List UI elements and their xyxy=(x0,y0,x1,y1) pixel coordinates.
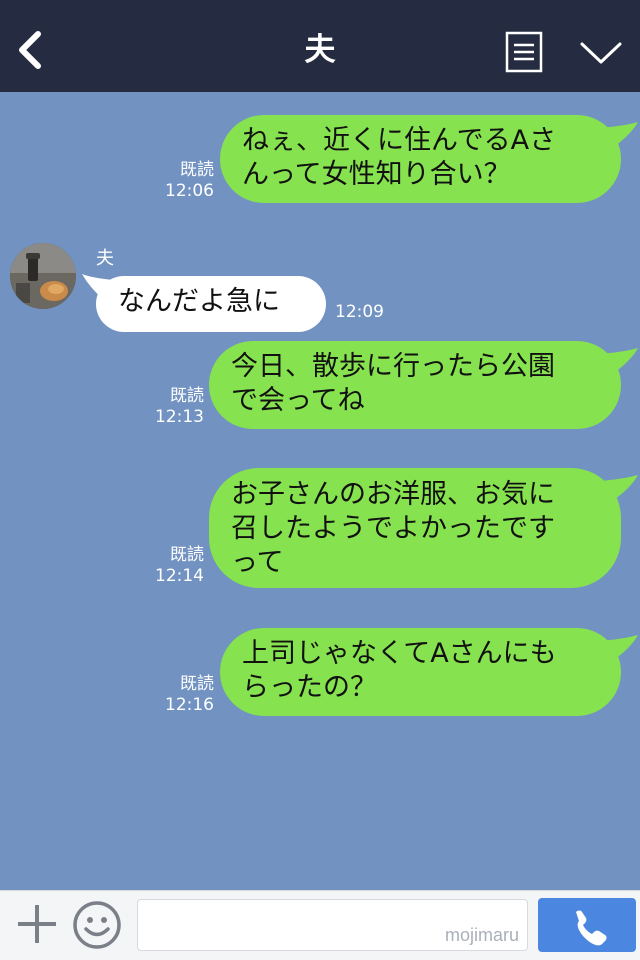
read-status: 既読 xyxy=(170,545,204,565)
message-meta: 既読 12:06 xyxy=(150,160,214,202)
outgoing-message-bubble[interactable]: 今日、散歩に行ったら公園 で会ってね xyxy=(209,341,621,429)
message-meta: 既読 12:13 xyxy=(140,386,204,428)
chevron-left-icon xyxy=(19,31,41,69)
message-input-bar: mojimaru xyxy=(0,890,640,960)
chevron-down-icon xyxy=(580,42,622,64)
message-time: 12:09 xyxy=(335,302,384,322)
avatar[interactable] xyxy=(10,243,76,309)
read-status: 既読 xyxy=(180,160,214,180)
read-status: 既読 xyxy=(180,674,214,694)
bubble-tail xyxy=(600,475,638,501)
chat-header: 夫 xyxy=(0,0,640,92)
collapse-button[interactable] xyxy=(578,38,624,68)
bubble-tail xyxy=(600,122,638,148)
message-line: 上司じゃなくてAさんにも xyxy=(242,638,557,669)
outgoing-message-bubble[interactable]: 上司じゃなくてAさんにも らったの？ xyxy=(220,628,621,716)
message-time: 12:14 xyxy=(155,566,204,586)
bubble-tail xyxy=(600,348,638,374)
read-status: 既読 xyxy=(170,386,204,406)
bubble-tail xyxy=(600,635,638,661)
message-line: 今日、散歩に行ったら公園 xyxy=(231,351,555,382)
message-line: らったの？ xyxy=(242,672,377,703)
menu-button[interactable] xyxy=(505,31,543,73)
message-line: 召したようでよかったです xyxy=(231,513,555,544)
chat-area[interactable]: 既読 12:06 ねぇ、近くに住んでるAさ んって女性知り合い？ 夫 なんだよ急… xyxy=(0,92,640,890)
menu-list-icon xyxy=(505,31,543,73)
avatar-image xyxy=(10,243,76,309)
outgoing-message-bubble[interactable]: ねぇ、近くに住んでるAさ んって女性知り合い？ xyxy=(220,115,621,203)
smiley-icon xyxy=(73,901,121,949)
outgoing-message-bubble[interactable]: お子さんのお洋服、お気に 召したようでよかったです って xyxy=(209,468,621,588)
message-line: なんだよ急に xyxy=(118,286,280,317)
chat-title: 夫 xyxy=(304,32,336,68)
message-time: 12:06 xyxy=(165,181,214,201)
watermark: mojimaru xyxy=(444,925,519,945)
add-attachment-button[interactable] xyxy=(14,901,60,947)
incoming-message-bubble[interactable]: なんだよ急に xyxy=(96,276,326,332)
message-time: 12:16 xyxy=(165,695,214,715)
sender-name: 夫 xyxy=(96,248,114,269)
message-meta: 既読 12:16 xyxy=(150,674,214,716)
message-meta: 既読 12:14 xyxy=(140,545,204,587)
message-line: って xyxy=(231,547,284,578)
call-button[interactable] xyxy=(538,898,636,952)
message-input[interactable]: mojimaru xyxy=(137,899,528,951)
message-line: お子さんのお洋服、お気に xyxy=(231,479,555,510)
emoji-button[interactable] xyxy=(72,900,122,950)
message-time: 12:13 xyxy=(155,407,204,427)
phone-icon xyxy=(576,910,607,946)
back-button[interactable] xyxy=(10,26,50,74)
message-line: で会ってね xyxy=(231,385,365,416)
plus-icon xyxy=(18,905,56,943)
message-line: んって女性知り合い？ xyxy=(242,159,511,190)
message-line: ねぇ、近くに住んでるAさ xyxy=(242,125,557,156)
